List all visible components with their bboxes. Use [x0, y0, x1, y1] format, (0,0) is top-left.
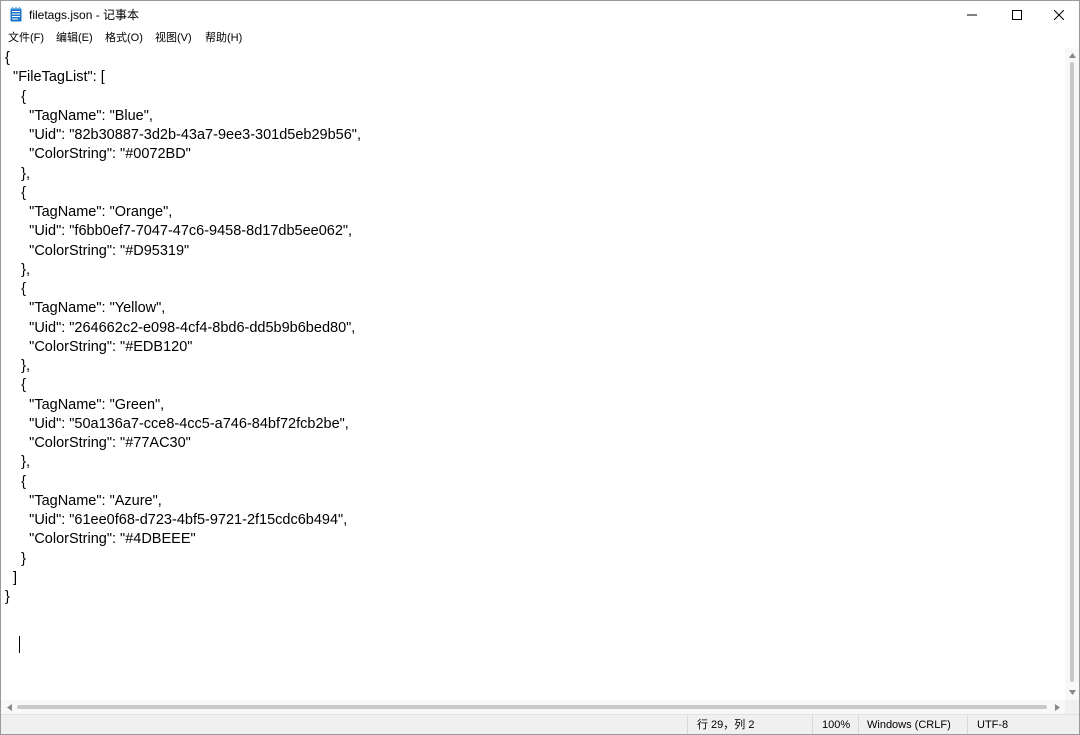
maximize-icon [1012, 10, 1022, 20]
menu-view[interactable]: 视图(V) [154, 30, 193, 46]
scroll-right-button[interactable] [1050, 701, 1064, 713]
editor-line[interactable]: }, [5, 358, 30, 374]
scroll-left-button[interactable] [2, 701, 16, 713]
editor-line[interactable]: "ColorString": "#0072BD" [5, 146, 191, 162]
vertical-scrollbar[interactable] [1065, 48, 1079, 700]
minimize-icon [967, 14, 977, 16]
menu-help[interactable]: 帮助(H) [204, 30, 243, 46]
editor-line[interactable]: } [5, 551, 26, 567]
editor-content[interactable]: { "FileTagList": [ { "TagName": "Blue", … [5, 49, 361, 607]
editor-line[interactable]: { [5, 185, 26, 201]
editor-line[interactable]: }, [5, 262, 30, 278]
editor-line[interactable]: { [5, 474, 26, 490]
window-title: filetags.json - 记事本 [29, 8, 140, 22]
status-separator [812, 715, 813, 734]
status-separator [858, 715, 859, 734]
editor-line[interactable]: { [5, 377, 26, 393]
editor-line[interactable]: "Uid": "82b30887-3d2b-43a7-9ee3-301d5eb2… [5, 127, 361, 143]
text-editor[interactable]: { "FileTagList": [ { "TagName": "Blue", … [1, 48, 1065, 700]
horizontal-scrollbar[interactable] [1, 700, 1065, 714]
editor-line[interactable]: "ColorString": "#4DBEEE" [5, 531, 195, 547]
menu-edit[interactable]: 编辑(E) [55, 30, 94, 46]
status-zoom: 100% [822, 719, 851, 731]
close-button[interactable] [1036, 1, 1079, 29]
editor-line[interactable]: "ColorString": "#77AC30" [5, 435, 191, 451]
scroll-down-button[interactable] [1065, 686, 1079, 698]
editor-line[interactable]: "Uid": "61ee0f68-d723-4bf5-9721-2f15cdc6… [5, 512, 347, 528]
status-bar: 行 29，列 2 100% Windows (CRLF) UTF-8 [1, 714, 1079, 734]
menu-file[interactable]: 文件(F) [7, 30, 45, 46]
notepad-icon [10, 7, 22, 22]
vertical-scroll-thumb[interactable] [1070, 62, 1074, 682]
maximize-button[interactable] [994, 1, 1040, 29]
title-bar[interactable]: filetags.json - 记事本 [1, 1, 1079, 29]
menu-format[interactable]: 格式(O) [104, 30, 144, 46]
status-line-ending: Windows (CRLF) [867, 719, 951, 731]
close-icon [1054, 10, 1064, 20]
scroll-down-icon [1068, 689, 1076, 695]
editor-line[interactable]: "TagName": "Azure", [5, 493, 162, 509]
editor-line[interactable]: "FileTagList": [ [5, 69, 105, 85]
notepad-window: filetags.json - 记事本 文件(F) 编辑(E) 格式(O) 视图… [0, 0, 1080, 735]
editor-line[interactable]: "Uid": "264662c2-e098-4cf4-8bd6-dd5b9b6b… [5, 320, 355, 336]
minimize-button[interactable] [949, 1, 995, 29]
scroll-left-icon [6, 703, 12, 711]
editor-line[interactable]: "Uid": "50a136a7-cce8-4cc5-a746-84bf72fc… [5, 416, 349, 432]
editor-line[interactable]: "TagName": "Yellow", [5, 300, 165, 316]
horizontal-scroll-thumb[interactable] [17, 705, 1047, 709]
text-caret [19, 636, 20, 653]
scroll-up-button[interactable] [1065, 49, 1079, 61]
editor-line[interactable]: "ColorString": "#EDB120" [5, 339, 192, 355]
status-encoding: UTF-8 [977, 719, 1009, 731]
status-separator [687, 715, 688, 734]
status-cursor-position: 行 29，列 2 [697, 719, 755, 731]
editor-line[interactable]: { [5, 50, 10, 66]
editor-line[interactable]: ] [5, 570, 17, 586]
editor-line[interactable]: }, [5, 166, 30, 182]
scroll-right-icon [1054, 703, 1060, 711]
editor-line[interactable]: "TagName": "Green", [5, 397, 164, 413]
editor-line[interactable]: "ColorString": "#D95319" [5, 243, 189, 259]
editor-line[interactable]: } [5, 589, 10, 605]
scroll-up-icon [1068, 52, 1076, 58]
editor-line[interactable]: }, [5, 454, 30, 470]
scrollbar-corner [1065, 700, 1079, 714]
editor-line[interactable]: { [5, 281, 26, 297]
status-separator [967, 715, 968, 734]
editor-line[interactable]: { [5, 89, 26, 105]
editor-line[interactable]: "TagName": "Orange", [5, 204, 172, 220]
editor-line[interactable]: "TagName": "Blue", [5, 108, 153, 124]
menu-bar: 文件(F) 编辑(E) 格式(O) 视图(V) 帮助(H) [1, 29, 1079, 47]
editor-line[interactable]: "Uid": "f6bb0ef7-7047-47c6-9458-8d17db5e… [5, 223, 352, 239]
